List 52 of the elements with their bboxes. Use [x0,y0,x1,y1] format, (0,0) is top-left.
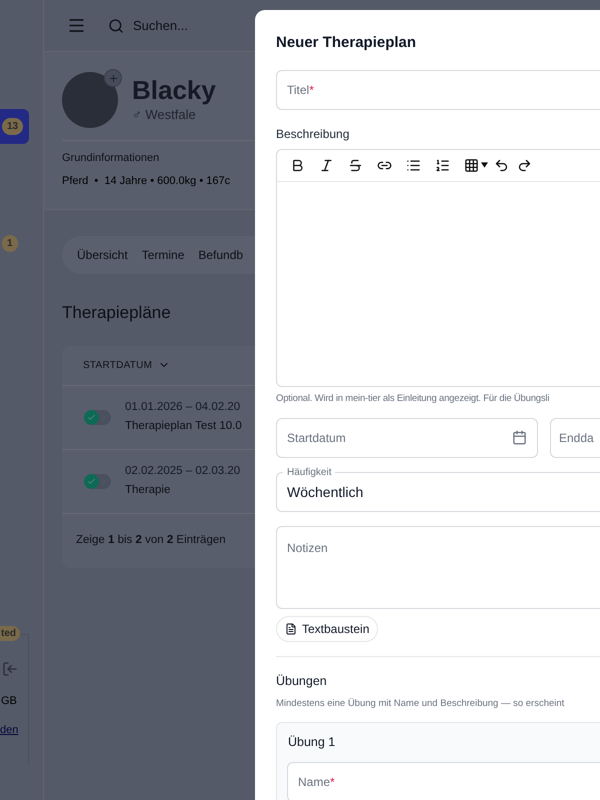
sidebar-item[interactable]: 1 [0,226,29,261]
animal-info: Pferd • 14 Jahre • 600.0kg • 167c [62,174,230,188]
storage-text: GB [1,694,17,709]
plan-title: Therapieplan Test 10.0 [125,419,242,434]
helper-text: Mindestens eine Übung mit Name und Beschreibung — so erscheint [276,696,566,710]
section-title: Therapiepläne [62,302,172,324]
plan-badge: ted [0,626,20,641]
chevron-icon [99,476,108,486]
document-icon [285,622,297,635]
date-field[interactable]: Startdatum [276,418,538,458]
search-field[interactable]: Suchen... [133,16,233,36]
plan-title: Therapie [125,483,172,498]
pagination-text: Zeige 1 bis 2 von 2 Einträgen [76,532,226,548]
bold-icon[interactable] [290,158,305,172]
caret-icon[interactable] [481,162,488,168]
date-field[interactable]: Endda [550,418,600,458]
italic-icon[interactable] [319,158,334,172]
helper-text: Optional. Wird in mein-tier als Einleitung angezeigt. Für die Übungsli [276,392,550,406]
field-label: Beschreibung [276,126,350,142]
strikethrough-icon[interactable] [348,158,363,172]
drawer-title: Neuer Therapieplan [276,33,418,53]
count-badge: 1 [2,235,18,252]
tab[interactable]: Befundb [193,242,248,268]
notes-field[interactable]: Notizen [276,526,600,609]
add-photo-button[interactable] [104,69,122,87]
redo-icon[interactable] [517,158,532,172]
animal-breed: ♂ Westfale [132,106,197,124]
upgrade-link[interactable]: den [0,722,18,738]
count-badge: 13 [2,118,24,135]
plus-icon [108,72,118,84]
animal-name: Blacky [132,75,216,106]
tab[interactable]: Termine [136,242,190,268]
text-snippet-button[interactable]: Textbaustein [276,616,378,642]
calendar-icon[interactable] [512,430,527,446]
menu-icon[interactable] [67,16,86,35]
title-field[interactable]: Titel* [276,70,600,110]
floating-label: Häufigkeit [283,464,336,480]
column-header[interactable]: STARTDATUM [83,358,152,372]
table-icon[interactable] [464,158,479,172]
section-label: Grundinformationen [62,151,160,166]
date-range: 02.02.2025 – 02.03.20 [125,464,240,479]
undo-icon[interactable] [494,158,509,172]
name-field[interactable]: Name* [287,762,600,800]
exercise-title: Übung 1 [288,734,336,751]
section-heading: Übungen [276,672,328,690]
numbered-list-icon[interactable] [435,158,450,172]
search-icon [108,18,124,34]
bullet-list-icon[interactable] [406,158,421,172]
chevron-icon [99,412,108,422]
sidebar-item[interactable]: 13 [0,109,29,144]
date-range: 01.01.2026 – 04.02.20 [125,400,242,415]
tab[interactable]: Übersicht [72,242,133,268]
